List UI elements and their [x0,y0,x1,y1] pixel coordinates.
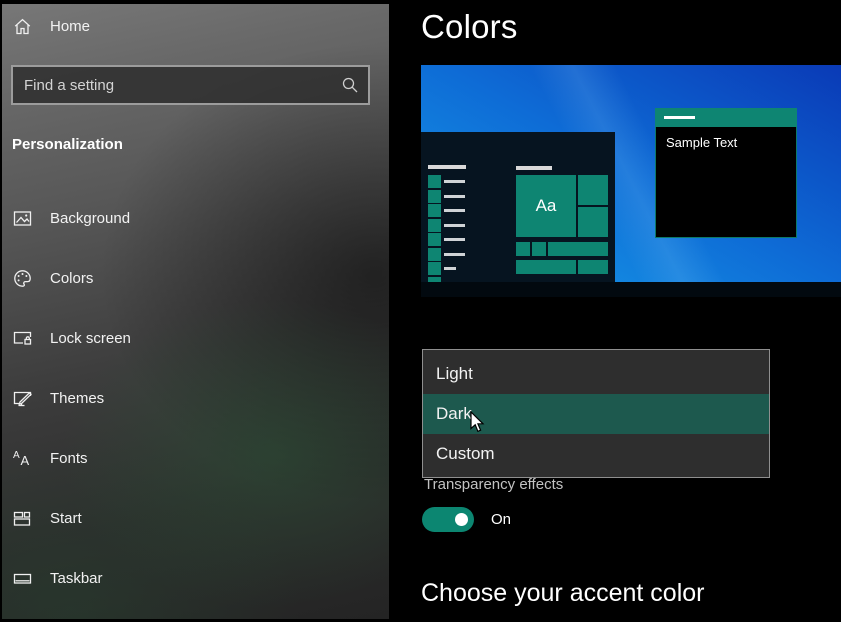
search-box [11,65,370,105]
page-title: Colors [421,8,518,46]
home-icon [12,16,33,37]
dropdown-option-light[interactable]: Light [423,354,769,394]
lock-screen-icon [12,328,33,349]
svg-text:A: A [13,450,20,461]
mouse-cursor [470,411,487,435]
sidebar-item-label: Colors [50,270,93,287]
tile [578,207,608,237]
sidebar-item-home[interactable]: Home [12,16,90,37]
tile-label: Aa [536,196,557,216]
tile [516,242,530,256]
tile [532,242,546,256]
menu-square [428,190,441,203]
dropdown-option-custom[interactable]: Custom [423,434,769,474]
transparency-toggle[interactable] [422,507,474,532]
themes-icon [12,388,33,409]
colors-settings-page: Colors [389,0,841,622]
preview-taskbar [421,282,841,297]
image-icon [12,208,33,229]
tile [578,260,608,274]
theme-preview: Aa Sample Text [421,65,841,297]
svg-text:A: A [21,453,30,468]
sidebar-item-label: Themes [50,390,104,407]
sidebar-nav: Background Colors Lock screen [0,198,389,598]
settings-window: Home Personalization Background [0,0,841,622]
fonts-icon: A A [12,448,33,469]
transparency-effects-label: Transparency effects [424,476,563,493]
menu-dash [444,238,465,241]
menu-dash [444,209,465,212]
menu-dash [444,180,465,183]
menu-square [428,248,441,261]
sidebar-item-themes[interactable]: Themes [0,378,389,418]
palette-icon [12,268,33,289]
sample-window-titlebar [655,108,797,127]
sidebar-item-label: Taskbar [50,570,103,587]
menu-dash [444,224,465,227]
toggle-knob [455,513,468,526]
menu-square [428,204,441,217]
search-icon[interactable] [341,76,359,94]
sidebar-item-label: Start [50,510,82,527]
titlebar-dash [664,116,695,119]
preview-font-tile: Aa [516,175,576,237]
search-input[interactable] [13,67,368,103]
sidebar-home-label: Home [50,18,90,35]
taskbar-icon [12,568,33,589]
menu-square [428,175,441,188]
accent-color-heading: Choose your accent color [421,579,704,608]
settings-sidebar: Home Personalization Background [0,0,389,622]
menu-square [428,219,441,232]
menu-square [428,262,441,275]
menu-dash [444,253,465,256]
menu-header-dash [428,165,466,169]
preview-start-menu: Aa [421,132,615,282]
sidebar-item-colors[interactable]: Colors [0,258,389,298]
toggle-state-label: On [491,511,511,528]
start-icon [12,508,33,529]
menu-square [428,233,441,246]
sample-window-text: Sample Text [666,135,737,150]
sidebar-item-label: Background [50,210,130,227]
sidebar-item-fonts[interactable]: A A Fonts [0,438,389,478]
tiles-header-dash [516,166,552,170]
menu-dash [444,195,465,198]
window-edge [0,0,2,622]
sidebar-item-background[interactable]: Background [0,198,389,238]
menu-dash [444,267,456,270]
sidebar-item-label: Fonts [50,450,88,467]
sidebar-item-taskbar[interactable]: Taskbar [0,558,389,598]
sidebar-section-heading: Personalization [12,136,123,153]
sidebar-item-start[interactable]: Start [0,498,389,538]
tile [516,260,576,274]
window-edge [0,0,389,4]
sidebar-item-lock-screen[interactable]: Lock screen [0,318,389,358]
sidebar-item-label: Lock screen [50,330,131,347]
preview-sample-window: Sample Text [655,108,797,238]
tile [548,242,608,256]
tile [578,175,608,205]
